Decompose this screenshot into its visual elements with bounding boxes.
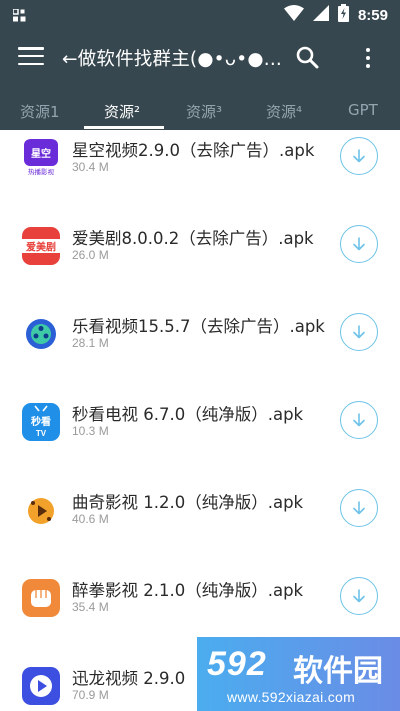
tab-resource-3[interactable]: 资源³: [186, 101, 222, 122]
app-size: 28.1 M: [72, 336, 109, 350]
aimeiju-app-icon: 爱美剧: [22, 227, 60, 265]
list-item[interactable]: 曲奇影视 1.2.0（纯净版）.apk 40.6 M: [0, 479, 400, 567]
app-size: 40.6 M: [72, 512, 109, 526]
hamburger-menu-icon[interactable]: [18, 47, 44, 69]
list-item[interactable]: 秒看 TV 秒看电视 6.7.0（纯净版）.apk 10.3 M: [0, 391, 400, 479]
battery-charging-icon: [337, 4, 349, 26]
download-icon: [353, 325, 365, 339]
app-size: 30.4 M: [72, 160, 109, 174]
download-button[interactable]: [340, 225, 378, 263]
download-icon: [353, 501, 365, 515]
xunlong-app-icon: [22, 667, 60, 705]
lekan-app-icon: [22, 315, 60, 353]
download-button[interactable]: [340, 313, 378, 351]
watermark-logo: 592 软件园 www.592xiazai.com: [197, 637, 400, 711]
app-size: 70.9 M: [72, 688, 109, 702]
clock: 8:59: [357, 6, 388, 24]
icon-subtext: TV: [36, 429, 47, 438]
page-title[interactable]: ←做软件找群主(●•ᴗ•●...: [62, 45, 282, 71]
watermark-logo-number: 592: [207, 645, 267, 683]
status-bar: 8:59: [0, 0, 400, 27]
app-name: 乐看视频15.5.7（去除广告）.apk: [72, 317, 325, 336]
tab-gpt[interactable]: GPT: [348, 101, 378, 119]
download-button[interactable]: [340, 401, 378, 439]
app-name: 星空视频2.9.0（去除广告）.apk: [72, 141, 315, 160]
watermark-logo-text: 软件园: [293, 654, 383, 689]
app-size: 35.4 M: [72, 600, 109, 614]
xingkong-app-icon: 星空 热播影视: [22, 139, 60, 177]
app-name: 迅龙视频 2.9.0: [72, 669, 186, 688]
more-vertical-icon[interactable]: [356, 44, 380, 72]
app-name: 曲奇影视 1.2.0（纯净版）.apk: [72, 493, 304, 512]
app-list: 星空 热播影视 星空视频2.9.0（去除广告）.apk 30.4 M 爱美剧 爱…: [0, 130, 400, 711]
download-button[interactable]: [340, 137, 378, 175]
tab-resource-1[interactable]: 资源1: [20, 101, 60, 122]
tab-bar: 资源1 资源² 资源³ 资源⁴ GPT: [0, 89, 400, 130]
download-icon: [353, 149, 365, 163]
tab-resource-2[interactable]: 资源²: [104, 101, 140, 122]
app-name: 秒看电视 6.7.0（纯净版）.apk: [72, 405, 304, 424]
quqi-app-icon: [22, 491, 60, 529]
search-icon[interactable]: [294, 44, 322, 72]
app-name: 醉拳影视 2.1.0（纯净版）.apk: [72, 581, 304, 600]
app-name: 爱美剧8.0.0.2（去除广告）.apk: [72, 229, 314, 248]
signal-icon: [312, 5, 329, 25]
app-size: 10.3 M: [72, 424, 109, 438]
app-size: 26.0 M: [72, 248, 109, 262]
download-button[interactable]: [340, 489, 378, 527]
tab-resource-4[interactable]: 资源⁴: [266, 101, 302, 122]
active-tab-indicator: [84, 126, 164, 129]
list-item[interactable]: 乐看视频15.5.7（去除广告）.apk 28.1 M: [0, 303, 400, 391]
download-icon: [353, 413, 365, 427]
miaokan-app-icon: 秒看 TV: [22, 403, 60, 441]
list-item[interactable]: 爱美剧 爱美剧8.0.0.2（去除广告）.apk 26.0 M: [0, 215, 400, 303]
icon-subtext: 热播影视: [28, 167, 55, 176]
download-icon: [353, 237, 365, 251]
icon-text: 秒看: [31, 415, 51, 428]
notification-grid-icon: [12, 7, 26, 26]
icon-text: 星空: [31, 147, 51, 160]
app-toolbar: ←做软件找群主(●•ᴗ•●...: [0, 27, 400, 89]
watermark-url: www.592xiazai.com: [227, 689, 356, 705]
wifi-icon: [283, 5, 304, 25]
download-button[interactable]: [340, 577, 378, 615]
icon-text: 爱美剧: [26, 241, 56, 254]
list-item[interactable]: 星空 热播影视 星空视频2.9.0（去除广告）.apk 30.4 M: [0, 130, 400, 215]
zuiquan-app-icon: [22, 579, 60, 617]
download-icon: [353, 589, 365, 603]
